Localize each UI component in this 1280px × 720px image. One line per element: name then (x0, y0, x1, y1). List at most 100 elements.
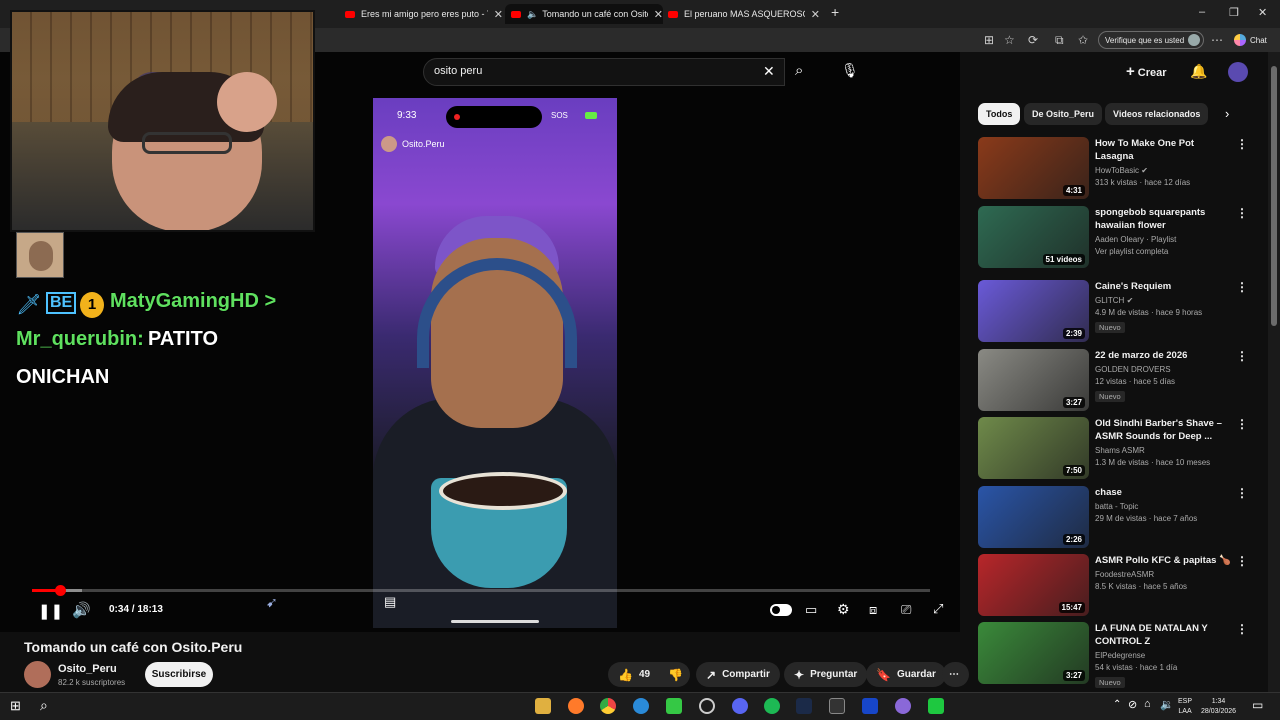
related-title[interactable]: How To Make One Pot Lasagna (1095, 137, 1233, 163)
notifications-icon[interactable]: 🔔 (1190, 63, 1207, 80)
maximize-icon[interactable]: ❐ (1229, 6, 1239, 19)
video-thumbnail[interactable]: 2:39 (978, 280, 1089, 342)
close-icon[interactable]: ✕ (494, 8, 503, 21)
related-title[interactable]: 22 de marzo de 2026 (1095, 349, 1233, 362)
video-thumbnail[interactable]: 3:27 (978, 622, 1089, 684)
related-video[interactable]: 3:27 LA FUNA DE NATALAN Y CONTROL Z ElPede… (978, 622, 1260, 688)
copilot-chat-button[interactable]: Chat (1234, 34, 1267, 46)
subtitles-icon[interactable]: ▭ (805, 602, 817, 618)
browser-tab-2[interactable]: 🔈 Tomando un café con Osito.Pe ✕ (505, 4, 663, 24)
related-video[interactable]: 2:39 Caine's Requiem GLITCH ✔ 4.9 M de vist… (978, 280, 1260, 342)
related-video[interactable]: 3:27 22 de marzo de 2026 GOLDEN DROVERS 12 … (978, 349, 1260, 411)
chip-all[interactable]: Todos (978, 103, 1021, 125)
related-video[interactable]: 4:31 How To Make One Pot Lasagna HowToBasi… (978, 137, 1260, 199)
more-vert-icon[interactable]: ⋮ (1236, 486, 1248, 500)
kick-icon[interactable] (666, 698, 682, 714)
subscribe-button[interactable]: Suscribirse (145, 662, 213, 687)
related-title[interactable]: Caine's Requiem (1095, 280, 1233, 293)
page-scrollbar[interactable] (1268, 52, 1280, 692)
search-input[interactable] (434, 65, 734, 77)
video-thumbnail[interactable]: 51 videos (978, 206, 1089, 268)
create-button[interactable]: + Crear (1126, 63, 1167, 80)
more-vert-icon[interactable]: ⋮ (1236, 206, 1248, 220)
miniplayer-icon[interactable]: ⧈ (869, 602, 877, 618)
notification-center-icon[interactable]: ▭ (1252, 698, 1263, 712)
close-icon[interactable]: ✕ (654, 8, 663, 21)
more-actions-button[interactable]: ⋯ (942, 662, 969, 687)
dislike-icon[interactable]: 👎 (668, 668, 683, 682)
firefox-icon[interactable] (568, 698, 584, 714)
related-video[interactable]: 15:47 ASMR Pollo KFC & papitas 🍗 Foodestre… (978, 554, 1260, 616)
tray-app-icon[interactable]: ⊘ (1128, 698, 1137, 711)
more-vert-icon[interactable]: ⋮ (1236, 349, 1248, 363)
close-icon[interactable]: ✕ (811, 8, 820, 21)
microphone-icon[interactable]: 🎙 (841, 62, 859, 79)
related-video[interactable]: 7:50 Old Sindhi Barber's Shave – ASMR Sou… (978, 417, 1260, 479)
profile-verify-button[interactable]: Verifique que es usted (1098, 31, 1204, 49)
related-video[interactable]: 2:26 chase batta - Topic 29 M de vistas · h… (978, 486, 1260, 548)
related-title[interactable]: Old Sindhi Barber's Shave – ASMR Sounds … (1095, 417, 1233, 443)
video-thumbnail[interactable]: 2:26 (978, 486, 1089, 548)
progress-bar[interactable] (32, 585, 930, 596)
account-avatar[interactable] (1228, 62, 1248, 82)
like-icon[interactable]: 👍 (618, 668, 633, 682)
chip-related[interactable]: Videos relacionados (1105, 103, 1209, 125)
apps-icon[interactable]: ⊞ (984, 33, 994, 47)
app-play-icon[interactable] (928, 698, 944, 714)
save-button[interactable]: 🔖 Guardar (866, 662, 946, 687)
file-explorer-icon[interactable] (535, 698, 551, 714)
more-vert-icon[interactable]: ⋮ (1236, 280, 1248, 294)
more-vert-icon[interactable]: ⋮ (1236, 554, 1248, 568)
refresh-icon[interactable]: ⟳ (1028, 33, 1038, 47)
close-window-icon[interactable]: ✕ (1258, 6, 1267, 19)
related-title[interactable]: spongebob squarepants hawaiian flower (1095, 206, 1233, 232)
search-taskbar-icon[interactable]: ⌕ (40, 697, 48, 714)
steam-icon[interactable] (796, 698, 812, 714)
tray-volume-icon[interactable]: 🔉 (1160, 698, 1174, 711)
more-vert-icon[interactable]: ⋮ (1236, 622, 1248, 636)
cast-icon[interactable]: ⎚ (901, 602, 911, 618)
pause-icon[interactable]: ❚❚ (38, 602, 63, 620)
discord-icon[interactable] (732, 698, 748, 714)
clock[interactable]: 1:34 28/03/2026 (1201, 697, 1236, 717)
favorites-bar-icon[interactable]: ✩ (1078, 33, 1088, 47)
chevron-right-icon[interactable]: › (1225, 106, 1229, 121)
chip-from-channel[interactable]: De Osito_Peru (1024, 103, 1103, 125)
terminal-icon[interactable] (829, 698, 845, 714)
language-indicator[interactable]: ESP LAA (1178, 697, 1192, 717)
related-title[interactable]: chase (1095, 486, 1233, 499)
search-icon[interactable]: ⌕ (795, 62, 803, 79)
extensions-icon[interactable]: ⧉ (1055, 33, 1064, 48)
scrubber-handle[interactable] (54, 585, 66, 596)
related-video[interactable]: 51 videos spongebob squarepants hawaiian … (978, 206, 1260, 268)
volume-icon[interactable]: 🔊 (72, 601, 91, 619)
browser-tab-3[interactable]: El peruano MAS ASQUEROSO (osi ✕ (668, 4, 820, 24)
windows-start-icon[interactable]: ⊞ (10, 698, 21, 714)
app-n-icon[interactable] (862, 698, 878, 714)
channel-avatar[interactable] (24, 661, 51, 688)
favorite-icon[interactable]: ☆ (1004, 33, 1015, 47)
minimize-icon[interactable]: – (1199, 6, 1205, 18)
related-title[interactable]: ASMR Pollo KFC & papitas 🍗 (1095, 554, 1233, 567)
share-button[interactable]: ↗ Compartir (696, 662, 780, 687)
video-thumbnail[interactable]: 3:27 (978, 349, 1089, 411)
spotify-icon[interactable] (764, 698, 780, 714)
more-vert-icon[interactable]: ⋮ (1236, 417, 1248, 431)
settings-icon[interactable]: ⚙ (837, 601, 850, 618)
video-thumbnail[interactable]: 7:50 (978, 417, 1089, 479)
clear-search-icon[interactable]: ✕ (763, 63, 775, 80)
browser-tab-1[interactable]: Eres mi amigo pero eres puto - Yo ✕ (345, 4, 503, 24)
description-icon[interactable]: ▤ (384, 594, 396, 610)
scrollbar-thumb[interactable] (1271, 66, 1277, 326)
new-tab-icon[interactable]: + (831, 4, 839, 20)
network-icon[interactable]: ⌂ (1144, 698, 1151, 710)
channel-name[interactable]: Osito_Peru (58, 663, 117, 675)
app-purple-icon[interactable] (895, 698, 911, 714)
obs-icon[interactable] (699, 698, 715, 714)
fullscreen-icon[interactable]: ⤢ (933, 601, 943, 617)
chrome-icon[interactable] (600, 698, 616, 714)
tray-chevron-icon[interactable]: ⌃ (1113, 699, 1121, 710)
more-vert-icon[interactable]: ⋮ (1236, 137, 1248, 151)
autoplay-toggle[interactable] (770, 604, 792, 616)
edge-icon[interactable] (633, 698, 649, 714)
